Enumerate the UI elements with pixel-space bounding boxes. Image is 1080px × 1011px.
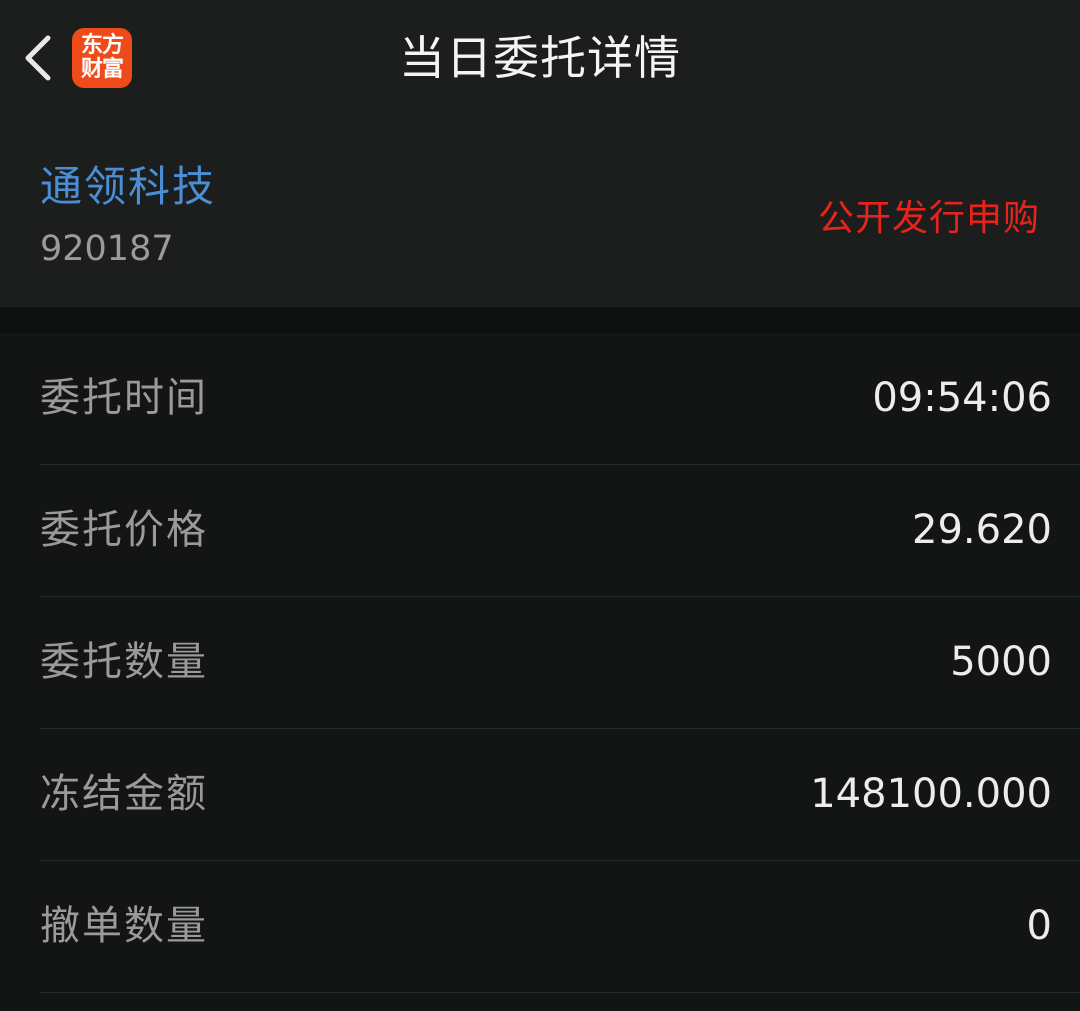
detail-value: 09:54:06 <box>872 375 1052 421</box>
order-type-label: 公开发行申购 <box>817 198 1040 239</box>
stock-info-card: 通领科技 920187 公开发行申购 <box>0 117 1080 307</box>
detail-value: 0 <box>1026 903 1052 949</box>
stock-name[interactable]: 通领科技 <box>40 153 216 214</box>
detail-label: 冻结金额 <box>40 771 208 817</box>
row-divider <box>40 992 1080 993</box>
order-detail-list: 委托时间 09:54:06 委托价格 29.620 委托数量 5000 冻结金额… <box>0 333 1080 993</box>
detail-value: 29.620 <box>912 507 1052 553</box>
order-detail-page: 东方 财富 当日委托详情 通领科技 920187 公开发行申购 委托时间 09:… <box>0 0 1080 1011</box>
brand-logo: 东方 财富 <box>72 28 132 88</box>
back-button[interactable] <box>14 28 64 88</box>
detail-value: 5000 <box>950 639 1052 685</box>
detail-label: 委托价格 <box>40 507 208 553</box>
detail-row-order-price: 委托价格 29.620 <box>0 465 1080 597</box>
detail-value: 148100.000 <box>810 771 1052 817</box>
detail-row-order-quantity: 委托数量 5000 <box>0 597 1080 729</box>
section-gap <box>0 307 1080 333</box>
chevron-left-icon <box>25 35 51 81</box>
detail-row-frozen-amount: 冻结金额 148100.000 <box>0 729 1080 861</box>
page-title: 当日委托详情 <box>399 31 681 85</box>
detail-label: 撤单数量 <box>40 903 208 949</box>
detail-row-order-time: 委托时间 09:54:06 <box>0 333 1080 465</box>
stock-code: 920187 <box>40 229 174 269</box>
detail-label: 委托数量 <box>40 639 208 685</box>
logo-text-line1: 东方 <box>80 33 124 58</box>
detail-label: 委托时间 <box>40 375 208 421</box>
detail-row-cancel-quantity: 撤单数量 0 <box>0 861 1080 993</box>
logo-text-line2: 财富 <box>80 57 124 82</box>
top-nav-bar: 东方 财富 当日委托详情 <box>0 0 1080 117</box>
